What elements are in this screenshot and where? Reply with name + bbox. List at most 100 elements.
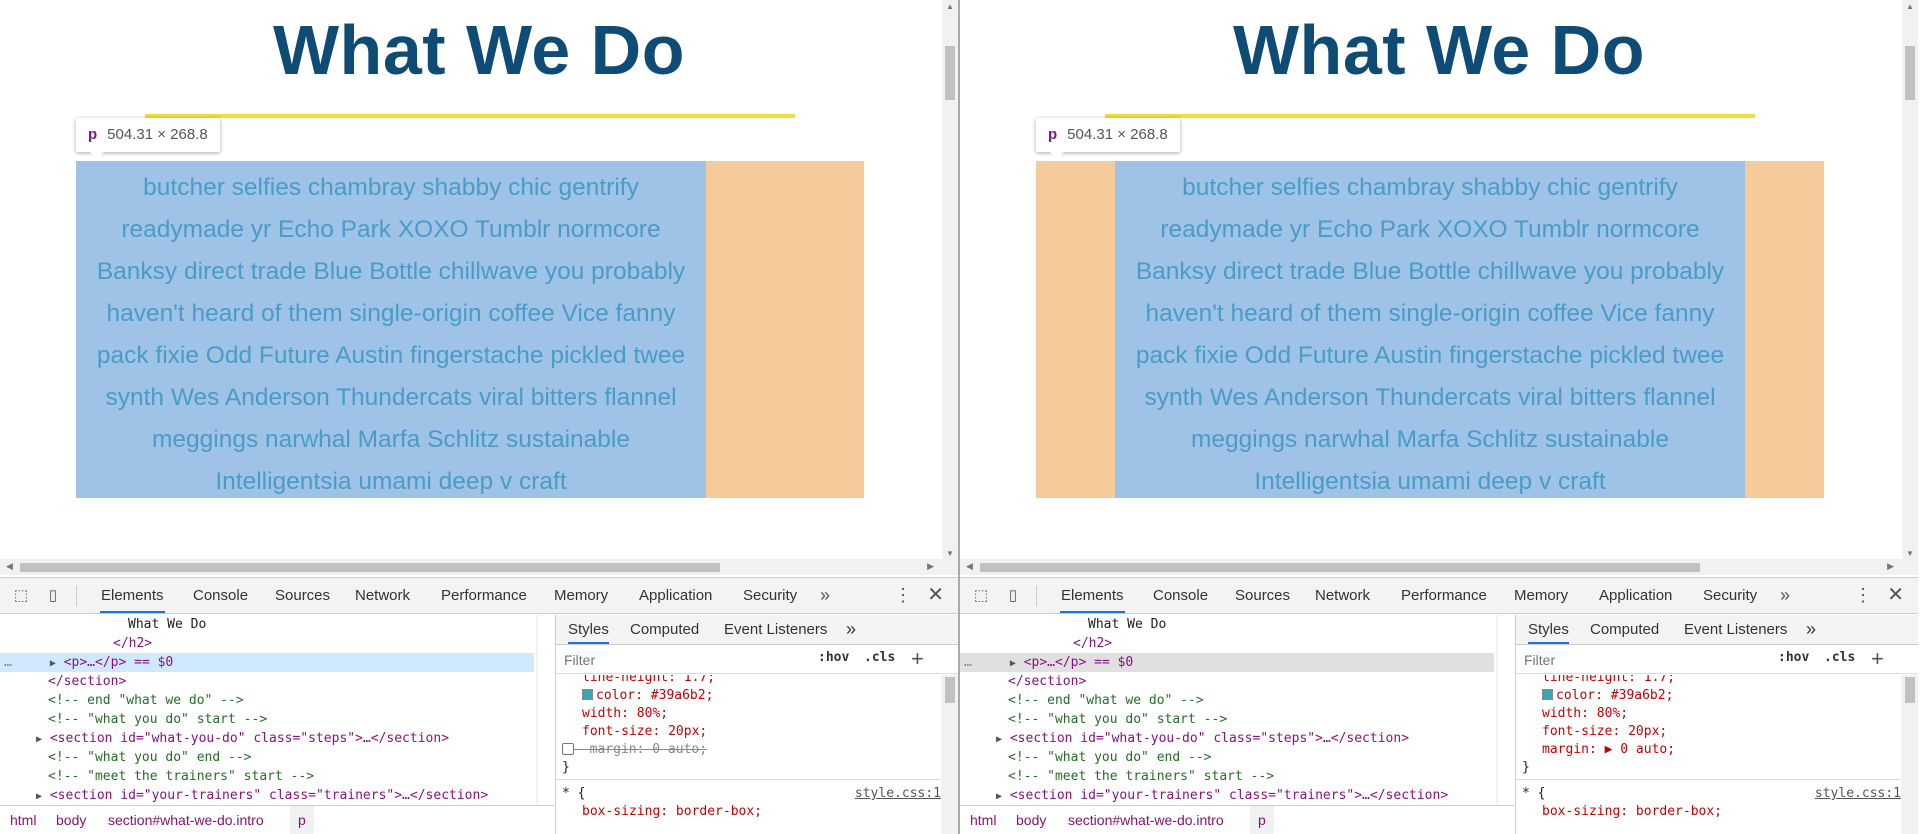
breadcrumb-p[interactable]: p xyxy=(1250,806,1274,834)
style-color[interactable]: color: #39a6b2; xyxy=(1516,687,1901,705)
styles-scrollbar[interactable] xyxy=(941,675,958,834)
kebab-menu-icon[interactable]: ⋮ xyxy=(894,578,912,613)
new-rule-icon[interactable]: + xyxy=(911,646,924,672)
scroll-down-icon[interactable]: ▼ xyxy=(946,549,954,558)
tab-sources[interactable]: Sources xyxy=(274,578,331,613)
tab-elements[interactable]: Elements xyxy=(1060,578,1125,613)
breadcrumb-p[interactable]: p xyxy=(290,806,314,834)
tab-event-listeners[interactable]: Event Listeners xyxy=(724,615,827,644)
dom-node-p-selected[interactable]: … ▶ <p>…</p> == $0 xyxy=(0,653,534,672)
hov-toggle[interactable]: :hov xyxy=(1778,650,1809,665)
dom-node-h2-close[interactable]: </h2> xyxy=(960,634,1494,653)
tab-elements[interactable]: Elements xyxy=(100,578,165,613)
style-line-height[interactable]: line-height: 1.7; xyxy=(556,675,941,687)
dom-node-p-selected[interactable]: … ▶ <p>…</p> == $0 xyxy=(960,653,1494,672)
style-box-sizing[interactable]: box-sizing: border-box; xyxy=(1516,803,1901,821)
scroll-right-icon[interactable]: ▶ xyxy=(1887,561,1894,572)
style-font-size[interactable]: font-size: 20px; xyxy=(1516,723,1901,741)
dom-node-text[interactable]: What We Do xyxy=(960,615,1494,634)
tab-computed[interactable]: Computed xyxy=(1590,615,1659,644)
more-tabs-icon[interactable]: » xyxy=(846,615,856,644)
more-tabs-icon[interactable]: » xyxy=(1806,615,1816,644)
tab-memory[interactable]: Memory xyxy=(1513,578,1569,613)
cls-toggle[interactable]: .cls xyxy=(864,650,895,665)
horizontal-scrollbar[interactable]: ◀ ▶ xyxy=(960,559,1918,575)
tab-network[interactable]: Network xyxy=(1314,578,1371,613)
hov-toggle[interactable]: :hov xyxy=(818,650,849,665)
dom-node-text[interactable]: What We Do xyxy=(0,615,534,634)
dom-node-comment[interactable]: <!-- "what you do" end --> xyxy=(960,748,1494,767)
color-swatch[interactable] xyxy=(1542,689,1553,700)
style-margin-enabled[interactable]: margin: ▶ 0 auto; xyxy=(1516,741,1901,759)
tab-memory[interactable]: Memory xyxy=(553,578,609,613)
dom-node-h2-close[interactable]: </h2> xyxy=(0,634,534,653)
scroll-thumb[interactable] xyxy=(945,46,955,100)
style-source-link[interactable]: style.css:1 xyxy=(855,785,941,803)
scroll-thumb[interactable] xyxy=(1905,46,1915,100)
device-toggle-icon[interactable]: ▯ xyxy=(44,587,62,605)
style-margin-disabled[interactable]: margin: 0 auto; xyxy=(556,741,941,759)
tab-performance[interactable]: Performance xyxy=(440,578,528,613)
breadcrumb-section[interactable]: section#what-we-do.intro xyxy=(1068,806,1224,834)
scroll-left-icon[interactable]: ◀ xyxy=(6,561,13,572)
dom-node-section-close[interactable]: </section> xyxy=(960,672,1494,691)
scroll-thumb[interactable] xyxy=(20,563,720,572)
style-line-height[interactable]: line-height: 1.7; xyxy=(1516,675,1901,687)
dom-node-section-close[interactable]: </section> xyxy=(0,672,534,691)
universal-rule-selector[interactable]: * {style.css:1 xyxy=(1516,785,1901,803)
style-font-size[interactable]: font-size: 20px; xyxy=(556,723,941,741)
scroll-thumb[interactable] xyxy=(980,563,1700,572)
vertical-scrollbar[interactable]: ▲ ▼ xyxy=(1902,0,1918,560)
tab-console[interactable]: Console xyxy=(192,578,249,613)
tab-security[interactable]: Security xyxy=(742,578,798,613)
tab-network[interactable]: Network xyxy=(354,578,411,613)
tab-styles[interactable]: Styles xyxy=(1528,615,1569,644)
tab-event-listeners[interactable]: Event Listeners xyxy=(1684,615,1787,644)
scroll-thumb[interactable] xyxy=(1905,677,1915,703)
styles-scrollbar[interactable] xyxy=(1901,675,1918,834)
style-color[interactable]: color: #39a6b2; xyxy=(556,687,941,705)
more-tabs-icon[interactable]: » xyxy=(1780,578,1790,613)
breadcrumb-section[interactable]: section#what-we-do.intro xyxy=(108,806,264,834)
tab-application[interactable]: Application xyxy=(1598,578,1673,613)
dom-node-section-what-you-do[interactable]: ▶ <section id="what-you-do" class="steps… xyxy=(0,729,534,748)
dom-node-comment[interactable]: <!-- end "what we do" --> xyxy=(0,691,534,710)
style-width[interactable]: width: 80%; xyxy=(556,705,941,723)
scroll-up-icon[interactable]: ▲ xyxy=(1906,2,1914,11)
color-swatch[interactable] xyxy=(582,689,593,700)
dom-node-comment[interactable]: <!-- "meet the trainers" start --> xyxy=(960,767,1494,786)
tab-security[interactable]: Security xyxy=(1702,578,1758,613)
close-icon[interactable]: ✕ xyxy=(927,578,944,613)
elements-scrollbar[interactable] xyxy=(536,615,538,805)
breadcrumb-html[interactable]: html xyxy=(10,806,36,834)
dom-node-comment[interactable]: <!-- "what you do" end --> xyxy=(0,748,534,767)
dom-node-comment[interactable]: <!-- "meet the trainers" start --> xyxy=(0,767,534,786)
scroll-right-icon[interactable]: ▶ xyxy=(927,561,934,572)
horizontal-scrollbar[interactable]: ◀ ▶ xyxy=(0,559,958,575)
style-box-sizing[interactable]: box-sizing: border-box; xyxy=(556,803,941,821)
style-width[interactable]: width: 80%; xyxy=(1516,705,1901,723)
breadcrumb-body[interactable]: body xyxy=(56,806,86,834)
tab-console[interactable]: Console xyxy=(1152,578,1209,613)
tab-application[interactable]: Application xyxy=(638,578,713,613)
dom-node-section-your-trainers[interactable]: ▶ <section id="your-trainers" class="tra… xyxy=(960,786,1494,805)
dom-node-comment[interactable]: <!-- "what you do" start --> xyxy=(960,710,1494,729)
tab-styles[interactable]: Styles xyxy=(568,615,609,644)
style-source-link[interactable]: style.css:1 xyxy=(1815,785,1901,803)
scroll-up-icon[interactable]: ▲ xyxy=(946,2,954,11)
dom-node-section-what-you-do[interactable]: ▶ <section id="what-you-do" class="steps… xyxy=(960,729,1494,748)
cls-toggle[interactable]: .cls xyxy=(1824,650,1855,665)
scroll-down-icon[interactable]: ▼ xyxy=(1906,549,1914,558)
more-tabs-icon[interactable]: » xyxy=(820,578,830,613)
tab-performance[interactable]: Performance xyxy=(1400,578,1488,613)
new-rule-icon[interactable]: + xyxy=(1871,646,1884,672)
universal-rule-selector[interactable]: * {style.css:1 xyxy=(556,785,941,803)
filter-input[interactable] xyxy=(562,649,806,671)
inspect-icon[interactable]: ⬚ xyxy=(12,587,30,605)
tab-sources[interactable]: Sources xyxy=(1234,578,1291,613)
scroll-thumb[interactable] xyxy=(945,677,955,703)
breadcrumb-html[interactable]: html xyxy=(970,806,996,834)
elements-scrollbar[interactable] xyxy=(1496,615,1498,805)
kebab-menu-icon[interactable]: ⋮ xyxy=(1854,578,1872,613)
vertical-scrollbar[interactable]: ▲ ▼ xyxy=(942,0,958,560)
